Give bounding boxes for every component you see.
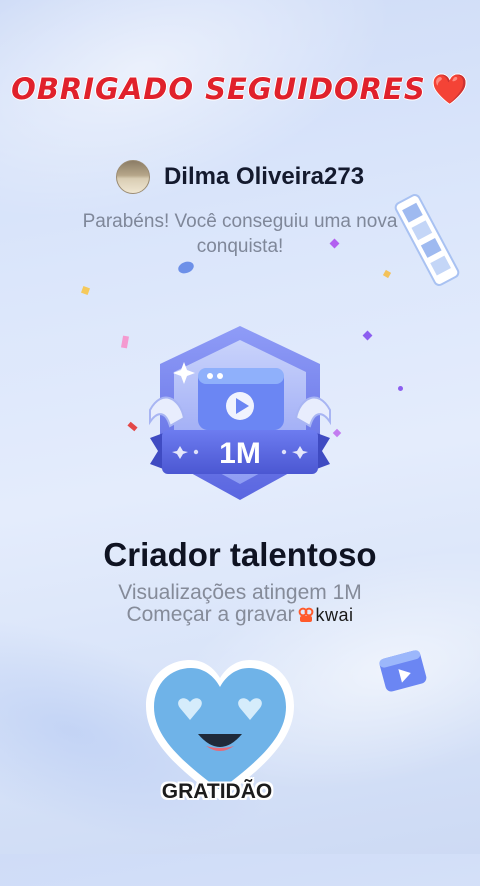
film-strip-icon — [394, 194, 460, 286]
confetti — [121, 335, 129, 349]
gratitude-sticker-label: GRATIDÃO — [161, 780, 273, 803]
achievement-title: Criador talentoso — [103, 536, 377, 573]
achievement-description: Visualizações atingem 1M Começar a grava… — [0, 582, 480, 626]
kwai-logo-icon — [298, 607, 313, 622]
thank-you-banner: OBRIGADO SEGUIDORES ❤️ — [0, 72, 480, 107]
badge-label: 1M — [219, 437, 261, 470]
confetti — [398, 386, 403, 391]
confetti — [176, 259, 196, 276]
avatar[interactable] — [115, 160, 150, 194]
video-card-icon — [379, 650, 427, 692]
achievement-badge: 1M — [149, 326, 331, 500]
congrats-message: Parabéns! Você conseguiu uma nova conqui… — [82, 211, 398, 257]
confetti — [127, 421, 138, 432]
user-row: Dilma Oliveira273 — [0, 160, 480, 194]
start-recording-link[interactable]: Começar a gravar — [126, 604, 294, 626]
confetti — [382, 269, 392, 279]
kwai-brand-text: kwai — [315, 605, 354, 625]
banner-text: OBRIGADO SEGUIDORES — [11, 72, 426, 106]
confetti — [362, 330, 373, 341]
heart-icon: ❤️ — [431, 72, 469, 106]
views-reached-text: Visualizações atingem 1M — [118, 581, 362, 604]
confetti — [81, 286, 90, 295]
kwai-logo[interactable]: kwai — [298, 604, 354, 626]
username[interactable]: Dilma Oliveira273 — [164, 163, 364, 191]
